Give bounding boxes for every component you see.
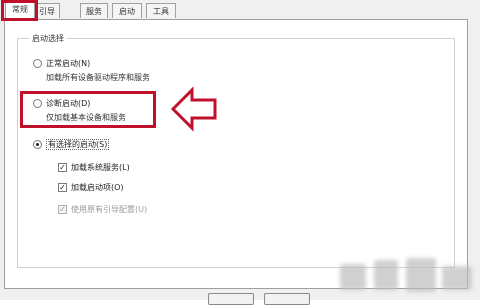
- use-original-boot-config-label: 使用原有引导配置(U): [71, 205, 148, 214]
- group-title: 启动选择: [29, 33, 67, 44]
- normal-startup-label[interactable]: 正常启动(N): [46, 58, 90, 69]
- watermark-logo: [340, 258, 472, 292]
- system-configuration-window: 常规 引导 服务 启动 工具 启动选择 正常启动(N) 加载所有设备驱动程序和服…: [0, 0, 480, 305]
- left-arrow-outline-icon: [170, 86, 217, 132]
- selective-startup-label[interactable]: 有选择的启动(S): [46, 139, 110, 150]
- cancel-button[interactable]: [264, 293, 310, 305]
- tab-label: 工具: [153, 7, 169, 16]
- tab-label: 启动: [119, 7, 135, 16]
- use-original-boot-config-checkbox: ✓: [58, 205, 67, 214]
- load-startup-items-checkbox[interactable]: ✓: [58, 183, 67, 192]
- tab-tools[interactable]: 工具: [146, 3, 176, 18]
- tab-startup[interactable]: 启动: [112, 3, 142, 18]
- selective-startup-radio[interactable]: [33, 140, 42, 149]
- normal-startup-radio[interactable]: [33, 59, 42, 68]
- load-startup-items-label[interactable]: 加载启动项(O): [71, 182, 124, 193]
- load-system-services-checkbox[interactable]: ✓: [58, 163, 67, 172]
- ok-button[interactable]: [208, 293, 254, 305]
- tab-label: 引导: [39, 7, 55, 16]
- normal-startup-description: 加载所有设备驱动程序和服务: [46, 73, 150, 82]
- diagnostic-highlight-frame: [20, 91, 156, 128]
- load-system-services-label[interactable]: 加载系统服务(L): [71, 162, 130, 173]
- tab-bar: 常规 引导 服务 启动 工具: [0, 0, 480, 20]
- tab-highlight-frame: [1, 0, 38, 21]
- tab-services[interactable]: 服务: [80, 3, 108, 18]
- tab-label: 服务: [86, 7, 102, 16]
